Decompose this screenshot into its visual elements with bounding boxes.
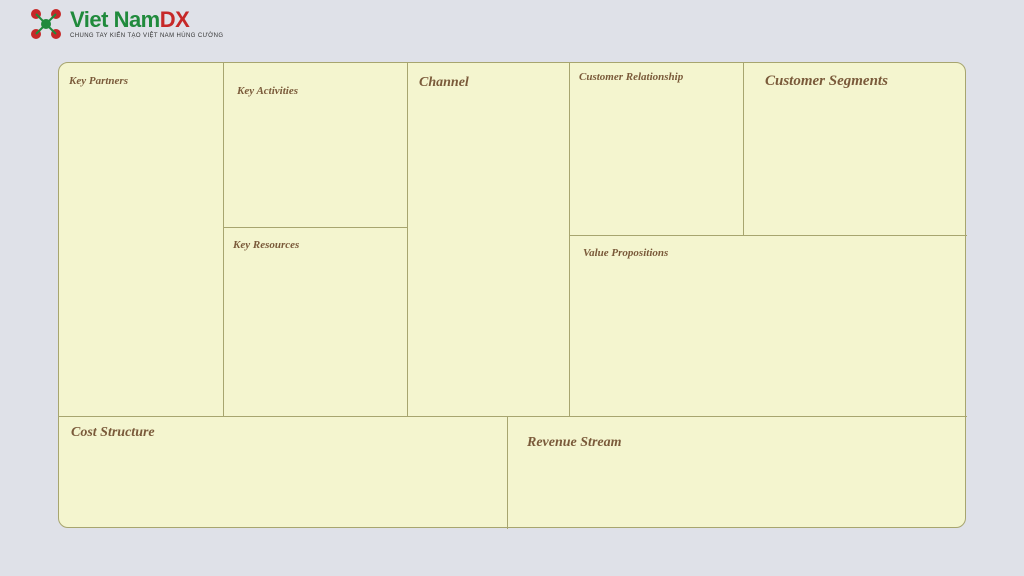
divider-v1: [223, 63, 224, 416]
logo-title-green: Viet Nam: [70, 7, 160, 32]
divider-v2: [407, 63, 408, 416]
logo-icon: [28, 6, 64, 42]
cell-key-resources: Key Resources: [233, 239, 299, 251]
logo-text-block: Viet NamDX CHUNG TAY KIẾN TẠO VIỆT NAM H…: [70, 9, 224, 39]
cell-customer-segments: Customer Segments: [765, 73, 888, 90]
cell-customer-relationship: Customer Relationship: [579, 71, 683, 83]
cell-revenue-stream: Revenue Stream: [527, 435, 622, 451]
cell-channel: Channel: [419, 75, 469, 91]
cell-value-propositions: Value Propositions: [583, 247, 668, 259]
divider-v3a: [569, 63, 570, 235]
logo-title: Viet NamDX: [70, 9, 224, 31]
divider-v3b: [569, 235, 570, 416]
business-model-canvas: Key Partners Key Activities Key Resource…: [58, 62, 966, 528]
logo-tagline: CHUNG TAY KIẾN TẠO VIỆT NAM HÙNG CƯỜNG: [70, 33, 224, 39]
divider-h-bottom: [59, 416, 967, 417]
divider-v-bottom: [507, 416, 508, 529]
divider-v4: [743, 63, 744, 235]
cell-key-activities: Key Activities: [237, 85, 298, 97]
cell-key-partners: Key Partners: [69, 75, 128, 87]
divider-h-mid-left: [223, 227, 407, 228]
logo-title-red: DX: [160, 7, 190, 32]
cell-cost-structure: Cost Structure: [71, 425, 155, 441]
divider-h-mid-right: [569, 235, 915, 236]
brand-logo: Viet NamDX CHUNG TAY KIẾN TẠO VIỆT NAM H…: [28, 6, 224, 42]
divider-h-right-ext: [915, 235, 967, 236]
